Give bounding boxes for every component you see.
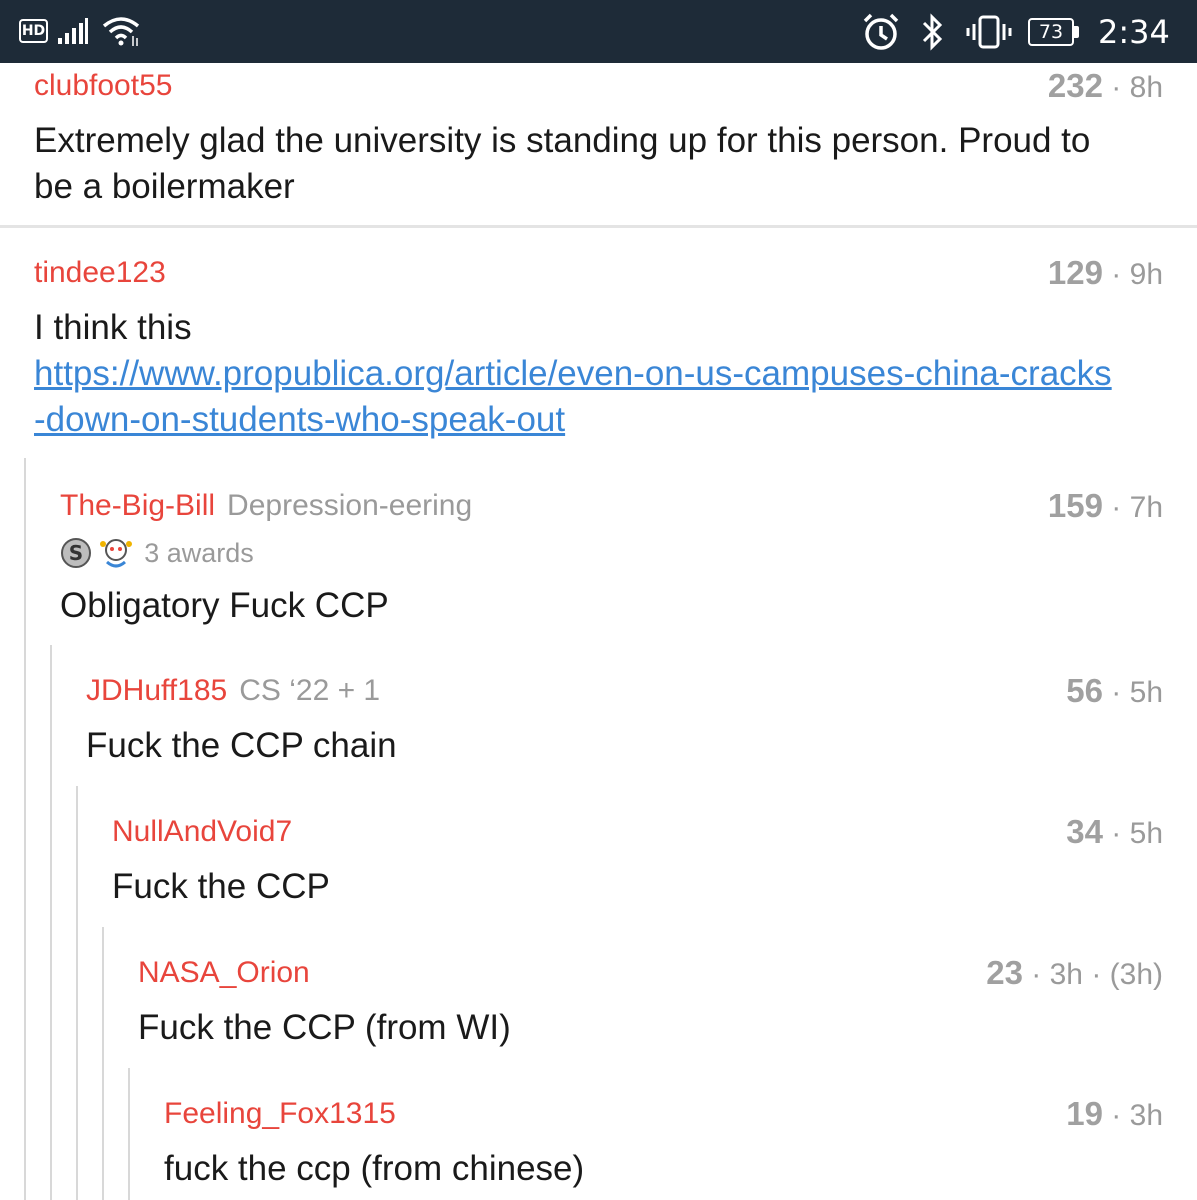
hd-badge-icon: HD (19, 19, 48, 43)
comment-score: 159 (1047, 487, 1103, 524)
thread-line[interactable] (24, 458, 26, 1200)
comment-text-line: be a boilermaker (34, 167, 295, 206)
signal-icon (58, 18, 88, 44)
user-flair: CS ‘22 + 1 (239, 674, 381, 707)
status-bar: HD 73 2:34 (0, 0, 1197, 63)
comment-author[interactable]: NullAndVoid7 (112, 814, 292, 850)
comment-score: 129 (1047, 254, 1103, 291)
comment-text: Obligatory Fuck CCP (60, 586, 389, 625)
comment-age: · 9h (1102, 258, 1163, 291)
comment-age: · 7h (1102, 491, 1163, 524)
comment[interactable]: The-Big-Bill Depression-eering 159 · 7h S… (60, 488, 1163, 638)
comment-score: 19 (1066, 1095, 1103, 1132)
comment-text-line: I think this (34, 308, 192, 347)
comment-score: 23 (986, 954, 1023, 991)
user-flair: Depression-eering (227, 489, 473, 522)
comment-text: Fuck the CCP chain (86, 726, 397, 765)
comment-author[interactable]: JDHuff185 (86, 674, 227, 707)
silver-award-icon: S (61, 538, 91, 568)
comment[interactable]: clubfoot55 232 · 8h Extremely glad the u… (34, 68, 1163, 208)
comment[interactable]: NullAndVoid7 34 · 5h Fuck the CCP (112, 814, 1163, 914)
thread-line[interactable] (50, 645, 52, 1200)
bluetooth-icon (922, 13, 943, 51)
battery-icon: 73 (1028, 18, 1080, 46)
comment-score: 232 (1047, 67, 1103, 104)
comment-score: 56 (1066, 672, 1103, 709)
comment[interactable]: Feeling_Fox1315 19 · 3h fuck the ccp (fr… (164, 1096, 1163, 1196)
comment-author-row: The-Big-Bill Depression-eering (60, 488, 472, 524)
comment-age: · 8h (1102, 71, 1163, 104)
comment-text: fuck the ccp (from chinese) (164, 1149, 585, 1188)
vibrate-icon (966, 15, 1012, 49)
comment-author[interactable]: NASA_Orion (138, 955, 310, 991)
comment-text-line: Extremely glad the university is standin… (34, 121, 1091, 160)
comment-meta: 34 · 5h (1066, 814, 1163, 852)
comment-author-row: JDHuff185 CS ‘22 + 1 (86, 673, 380, 709)
comment[interactable]: tindee123 129 · 9h I think this https://… (34, 255, 1163, 445)
comment-score: 34 (1066, 813, 1103, 850)
thread-line[interactable] (76, 786, 78, 1200)
article-link[interactable]: https://www.propublica.org/article/even-… (34, 351, 1174, 397)
comment-age: · 3h · (3h) (1022, 958, 1163, 991)
comment-author[interactable]: Feeling_Fox1315 (164, 1096, 396, 1132)
comment-meta: 23 · 3h · (3h) (986, 955, 1163, 993)
comment-meta: 129 · 9h (1048, 255, 1163, 293)
comment-meta: 19 · 3h (1066, 1096, 1163, 1134)
battery-level: 73 (1028, 18, 1074, 46)
comment-text: I think this https://www.propublica.org/… (34, 305, 1174, 443)
alarm-icon (863, 13, 899, 50)
comment-text: Fuck the CCP (from WI) (138, 1008, 511, 1047)
clock: 2:34 (1098, 13, 1170, 51)
thread-line[interactable] (102, 927, 104, 1200)
comment[interactable]: NASA_Orion 23 · 3h · (3h) Fuck the CCP (… (138, 955, 1163, 1055)
comment-text: Extremely glad the university is standin… (34, 118, 1090, 210)
article-link-continued[interactable]: -down-on-students-who-speak-out (34, 397, 1174, 443)
comment-author[interactable]: clubfoot55 (34, 68, 172, 104)
comment-author[interactable]: The-Big-Bill (60, 489, 215, 522)
helpful-award-icon (100, 539, 133, 568)
awards-count: 3 awards (144, 537, 254, 568)
wifi-icon (102, 17, 140, 46)
comment-meta: 232 · 8h (1048, 68, 1163, 106)
svg-text:S: S (69, 541, 83, 565)
comment-divider (0, 225, 1197, 228)
comment-text: Fuck the CCP (112, 867, 330, 906)
thread-line[interactable] (128, 1068, 130, 1200)
awards-row[interactable]: S 3 awards (60, 536, 254, 572)
comment-meta: 56 · 5h (1066, 673, 1163, 711)
comment-meta: 159 · 7h (1048, 488, 1163, 526)
comment-age: · 3h (1102, 1099, 1163, 1132)
comment-age: · 5h (1102, 817, 1163, 850)
comment[interactable]: JDHuff185 CS ‘22 + 1 56 · 5h Fuck the CCP… (86, 673, 1163, 773)
comment-author[interactable]: tindee123 (34, 255, 166, 291)
comment-age: · 5h (1102, 676, 1163, 709)
